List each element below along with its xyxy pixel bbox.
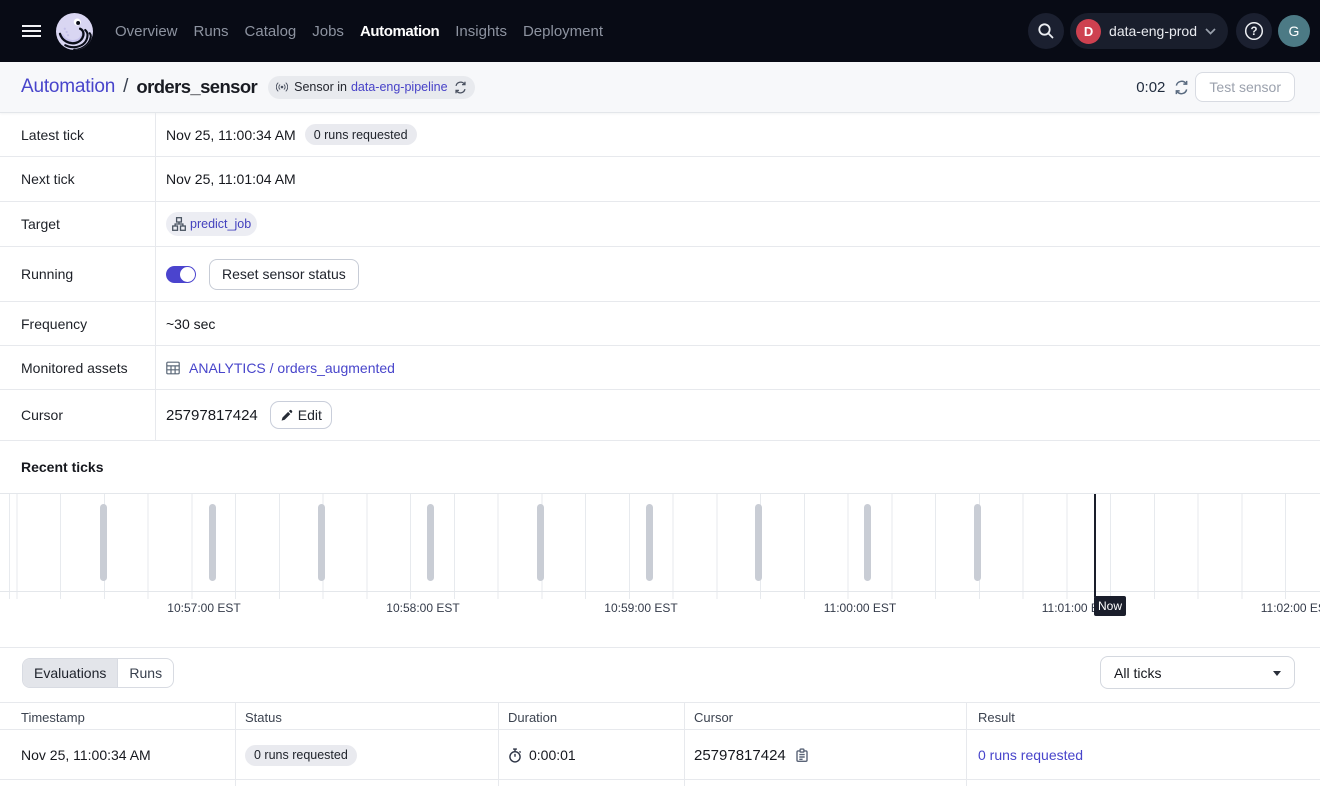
svg-text:?: ?: [1250, 26, 1257, 38]
